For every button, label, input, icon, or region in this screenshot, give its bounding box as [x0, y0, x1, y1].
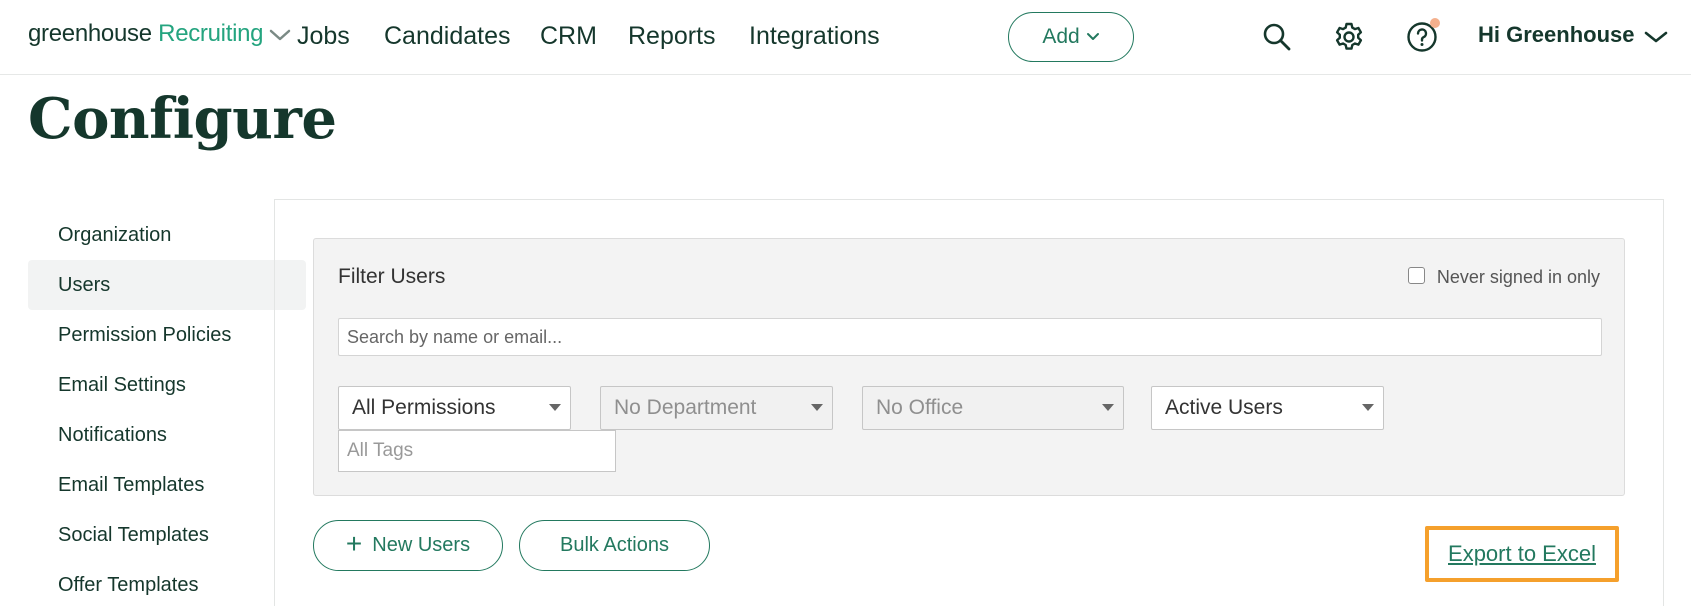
- config-sidebar: Organization Users Permission Policies E…: [28, 210, 306, 606]
- export-highlight: Export to Excel: [1425, 526, 1619, 582]
- chevron-down-icon: [1086, 33, 1099, 40]
- office-select[interactable]: No Office: [862, 386, 1124, 430]
- sidebar-item-organization[interactable]: Organization: [28, 210, 306, 260]
- sidebar-item-permission-policies[interactable]: Permission Policies: [28, 310, 306, 360]
- nav-integrations[interactable]: Integrations: [749, 22, 880, 51]
- nav-candidates[interactable]: Candidates: [384, 22, 510, 51]
- gear-icon[interactable]: [1330, 18, 1368, 56]
- office-select-value: No Office: [876, 396, 964, 419]
- dropdown-arrow-icon: [811, 404, 823, 411]
- users-panel: Filter Users Never signed in only All Pe…: [274, 199, 1664, 606]
- export-to-excel-link[interactable]: Export to Excel: [1448, 541, 1596, 567]
- sidebar-item-email-settings[interactable]: Email Settings: [28, 360, 306, 410]
- dropdown-arrow-icon: [549, 404, 561, 411]
- sidebar-item-offer-templates[interactable]: Offer Templates: [28, 560, 306, 606]
- new-users-button[interactable]: + New Users: [313, 520, 503, 571]
- bulk-actions-button[interactable]: Bulk Actions: [519, 520, 710, 571]
- user-search-input[interactable]: [338, 318, 1602, 356]
- search-icon[interactable]: [1258, 18, 1296, 56]
- notification-dot: [1430, 18, 1440, 28]
- user-greeting: Hi Greenhouse: [1478, 22, 1635, 47]
- chevron-down-icon: [269, 28, 291, 47]
- brand-switcher[interactable]: greenhouse Recruiting: [28, 20, 291, 48]
- never-signed-in-filter[interactable]: Never signed in only: [1407, 267, 1600, 288]
- sidebar-item-email-templates[interactable]: Email Templates: [28, 460, 306, 510]
- top-navigation: greenhouse Recruiting Jobs Candidates CR…: [0, 0, 1691, 75]
- chevron-down-icon: [1645, 31, 1668, 43]
- tags-placeholder: All Tags: [347, 440, 414, 461]
- new-users-label: New Users: [372, 534, 471, 556]
- sidebar-item-social-templates[interactable]: Social Templates: [28, 510, 306, 560]
- sidebar-item-notifications[interactable]: Notifications: [28, 410, 306, 460]
- dropdown-arrow-icon: [1362, 404, 1374, 411]
- filter-users-box: Filter Users Never signed in only All Pe…: [313, 238, 1625, 496]
- never-signed-in-label: Never signed in only: [1436, 267, 1600, 287]
- dropdown-arrow-icon: [1102, 404, 1114, 411]
- department-select[interactable]: No Department: [600, 386, 833, 430]
- user-menu[interactable]: Hi Greenhouse: [1478, 22, 1668, 48]
- tags-filter-input[interactable]: All Tags: [338, 430, 616, 472]
- user-status-select[interactable]: Active Users: [1151, 386, 1384, 430]
- bulk-actions-label: Bulk Actions: [560, 534, 669, 556]
- permissions-select[interactable]: All Permissions: [338, 386, 571, 430]
- nav-crm[interactable]: CRM: [540, 22, 597, 51]
- plus-icon: +: [345, 527, 363, 559]
- user-status-select-value: Active Users: [1165, 396, 1283, 419]
- add-button-label: Add: [1042, 25, 1080, 48]
- department-select-value: No Department: [614, 396, 757, 419]
- nav-reports[interactable]: Reports: [628, 22, 716, 51]
- help-icon[interactable]: [1403, 18, 1441, 56]
- nav-jobs[interactable]: Jobs: [297, 22, 350, 51]
- sidebar-item-users[interactable]: Users: [28, 260, 306, 310]
- page-title: Configure: [28, 86, 337, 152]
- add-button[interactable]: Add: [1008, 12, 1134, 62]
- never-signed-in-checkbox[interactable]: [1407, 267, 1425, 284]
- filter-title: Filter Users: [338, 265, 446, 288]
- permissions-select-value: All Permissions: [352, 396, 496, 419]
- brand-logo: greenhouse Recruiting: [28, 20, 264, 47]
